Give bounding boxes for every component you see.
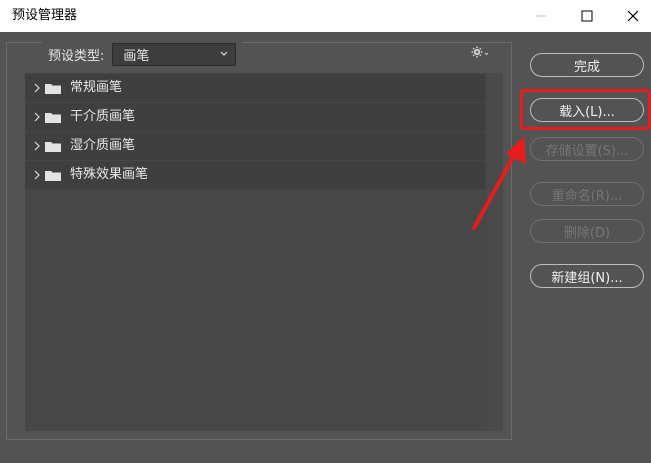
- list-item-label: 常规画笔: [70, 80, 123, 95]
- chevron-down-icon: [220, 51, 228, 56]
- folder-icon: [45, 113, 61, 123]
- list-item[interactable]: 干介质画笔: [25, 103, 485, 131]
- folder-icon: [45, 142, 61, 152]
- preset-list-items: 常规画笔 干介质画笔 湿介质画笔 特殊效果画笔: [25, 73, 485, 431]
- preset-type-label: 预设类型:: [48, 48, 105, 64]
- rename-button[interactable]: 重命名(R)...: [530, 182, 644, 206]
- list-item-label: 特殊效果画笔: [70, 167, 149, 182]
- folder-icon: [45, 171, 61, 181]
- gear-icon[interactable]: [470, 45, 490, 59]
- preset-type-select[interactable]: 画笔: [112, 42, 237, 66]
- preset-manager-window: 预设管理器 预设类型: 画笔 常规画笔 干介质画笔 湿介质画笔 特殊效果画笔 完…: [0, 0, 651, 463]
- chevron-right-icon[interactable]: [34, 170, 40, 180]
- close-button[interactable]: [610, 0, 651, 32]
- title-bar: 预设管理器: [0, 0, 651, 32]
- new-group-button[interactable]: 新建组(N)...: [530, 264, 644, 288]
- scrollbar[interactable]: [487, 73, 503, 431]
- list-item[interactable]: 湿介质画笔: [25, 132, 485, 160]
- delete-button[interactable]: 删除(D): [530, 219, 644, 243]
- annotation-highlight-box: [520, 89, 651, 130]
- maximize-button[interactable]: [564, 0, 610, 32]
- folder-icon: [45, 84, 61, 94]
- preset-list[interactable]: 常规画笔 干介质画笔 湿介质画笔 特殊效果画笔: [25, 73, 503, 431]
- minimize-icon: [536, 15, 546, 17]
- preset-type-bar: 预设类型: 画笔: [42, 41, 243, 67]
- list-item[interactable]: 常规画笔: [25, 74, 485, 102]
- window-title: 预设管理器: [12, 8, 78, 23]
- chevron-right-icon[interactable]: [34, 141, 40, 151]
- preset-type-value: 画笔: [123, 48, 150, 64]
- annotation-arrow-icon: [472, 136, 526, 230]
- chevron-right-icon[interactable]: [34, 112, 40, 122]
- close-icon: [627, 10, 639, 22]
- done-button[interactable]: 完成: [530, 53, 644, 77]
- list-item[interactable]: 特殊效果画笔: [25, 161, 485, 189]
- list-item-label: 湿介质画笔: [70, 138, 136, 153]
- list-item-label: 干介质画笔: [70, 109, 136, 124]
- chevron-right-icon[interactable]: [34, 83, 40, 93]
- save-settings-button[interactable]: 存储设置(S)...: [530, 137, 644, 161]
- maximize-icon: [581, 10, 593, 22]
- minimize-button[interactable]: [518, 0, 564, 32]
